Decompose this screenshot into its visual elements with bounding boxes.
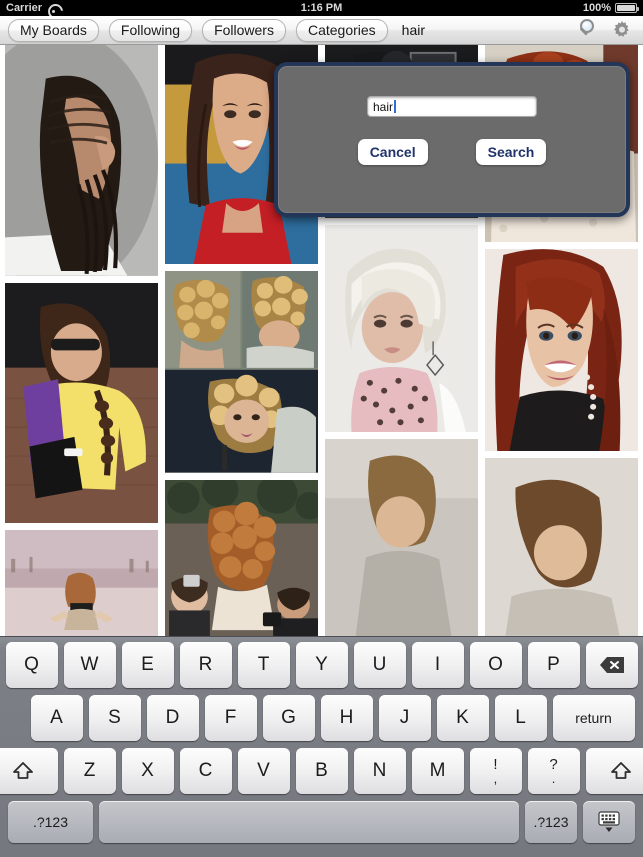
grid-column-1 (5, 45, 158, 636)
search-button-label: Search (487, 144, 535, 160)
photo-platinum-pixie[interactable] (325, 224, 478, 432)
battery-icon (614, 3, 639, 13)
keyboard-dismiss-icon[interactable] (583, 801, 635, 843)
photo-updo-crowd[interactable] (165, 479, 318, 636)
app-root: Carrier 1:16 PM 100% My Boards Following… (0, 0, 643, 857)
top-toolbar: My Boards Following Followers Categories… (0, 16, 643, 45)
categories-button[interactable]: Categories (295, 18, 388, 42)
toolbar-icons (575, 18, 635, 42)
key-h[interactable]: H (320, 695, 373, 741)
key-m[interactable]: M (411, 748, 464, 794)
shift-key-left[interactable] (0, 748, 58, 794)
following-button[interactable]: Following (108, 18, 193, 42)
my-boards-label: My Boards (20, 22, 87, 38)
keyboard-row-1: Q W E R T Y U I O P (3, 642, 640, 690)
following-label: Following (120, 22, 181, 38)
key-y[interactable]: Y (295, 642, 348, 688)
key-i[interactable]: I (411, 642, 464, 688)
key-u[interactable]: U (353, 642, 406, 688)
carrier-label: Carrier (6, 2, 43, 14)
my-boards-button[interactable]: My Boards (8, 18, 99, 42)
numeric-key-left[interactable]: .?123 (8, 801, 93, 843)
space-key[interactable] (99, 801, 519, 843)
key-n[interactable]: N (353, 748, 406, 794)
battery-percent-label: 100% (582, 2, 611, 14)
gear-icon[interactable] (611, 19, 633, 41)
categories-label: Categories (307, 22, 376, 38)
key-c[interactable]: C (179, 748, 232, 794)
photo-field-long-hair[interactable] (5, 530, 158, 636)
key-b[interactable]: B (295, 748, 348, 794)
key-k[interactable]: K (436, 695, 489, 741)
status-bar-time: 1:16 PM (300, 2, 343, 14)
key-p[interactable]: P (527, 642, 580, 688)
followers-button[interactable]: Followers (202, 18, 286, 42)
shift-icon (12, 762, 33, 779)
photo-auburn-side-bangs[interactable] (485, 249, 638, 452)
backspace-icon[interactable] (585, 642, 638, 688)
key-r[interactable]: R (179, 642, 232, 688)
key-v[interactable]: V (237, 748, 290, 794)
key-q[interactable]: Q (5, 642, 58, 688)
key-exclaim-upper: ! (493, 756, 498, 773)
key-e[interactable]: E (121, 642, 174, 688)
followers-label: Followers (214, 22, 274, 38)
text-caret (394, 100, 397, 113)
key-question-period[interactable]: ? . (527, 748, 580, 794)
photo-partial-bottom[interactable] (485, 458, 638, 636)
status-bar-right: 100% (431, 2, 643, 14)
key-l[interactable]: L (494, 695, 547, 741)
dialog-buttons: Cancel Search (357, 139, 547, 165)
magnifier-icon[interactable] (575, 18, 599, 42)
key-exclaim-comma[interactable]: ! , (469, 748, 522, 794)
key-s[interactable]: S (88, 695, 141, 741)
key-w[interactable]: W (63, 642, 116, 688)
photo-side-braid-yellow-sweater[interactable] (5, 282, 158, 524)
photo-partial-top[interactable] (325, 438, 478, 636)
search-dialog: hair Cancel Search (274, 62, 630, 217)
key-t[interactable]: T (237, 642, 290, 688)
shift-icon (610, 762, 631, 779)
return-key[interactable]: return (552, 695, 635, 741)
search-input[interactable]: hair (367, 96, 537, 117)
numeric-key-right[interactable]: .?123 (525, 801, 577, 843)
current-query-label: hair (401, 22, 426, 38)
photo-braided-locs[interactable] (5, 45, 158, 276)
status-bar-left: Carrier (0, 2, 212, 14)
shift-key-right[interactable] (585, 748, 643, 794)
key-f[interactable]: F (204, 695, 257, 741)
wifi-icon (47, 3, 60, 13)
onscreen-keyboard[interactable]: Q W E R T Y U I O P A S D F G H J K L re… (0, 636, 643, 857)
keyboard-row-2: A S D F G H J K L return (3, 695, 640, 743)
key-comma-lower: , (493, 771, 498, 786)
key-g[interactable]: G (262, 695, 315, 741)
search-input-value: hair (373, 99, 394, 114)
key-j[interactable]: J (378, 695, 431, 741)
key-o[interactable]: O (469, 642, 522, 688)
search-dialog-panel: hair Cancel Search (274, 62, 630, 217)
key-x[interactable]: X (121, 748, 174, 794)
key-period-lower: . (551, 771, 556, 786)
status-bar: Carrier 1:16 PM 100% (0, 0, 643, 16)
search-button[interactable]: Search (475, 139, 547, 165)
cancel-button-label: Cancel (369, 144, 416, 160)
keyboard-row-3: Z X C V B N M ! , ? . (0, 748, 643, 796)
key-d[interactable]: D (146, 695, 199, 741)
photo-curls-collage[interactable] (165, 271, 318, 473)
key-question-upper: ? (549, 756, 558, 773)
key-z[interactable]: Z (63, 748, 116, 794)
keyboard-row-4: .?123 .?123 (3, 801, 640, 845)
key-a[interactable]: A (30, 695, 83, 741)
cancel-button[interactable]: Cancel (357, 139, 428, 165)
